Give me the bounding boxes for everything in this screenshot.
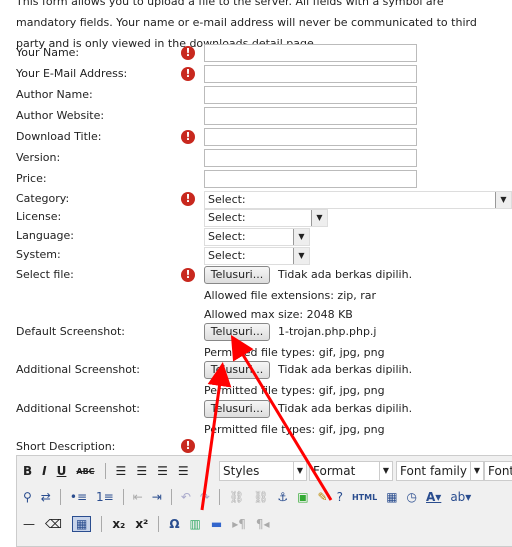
annotation-arrows (200, 334, 333, 511)
red-arrow (230, 334, 333, 501)
red-arrow (200, 362, 232, 511)
